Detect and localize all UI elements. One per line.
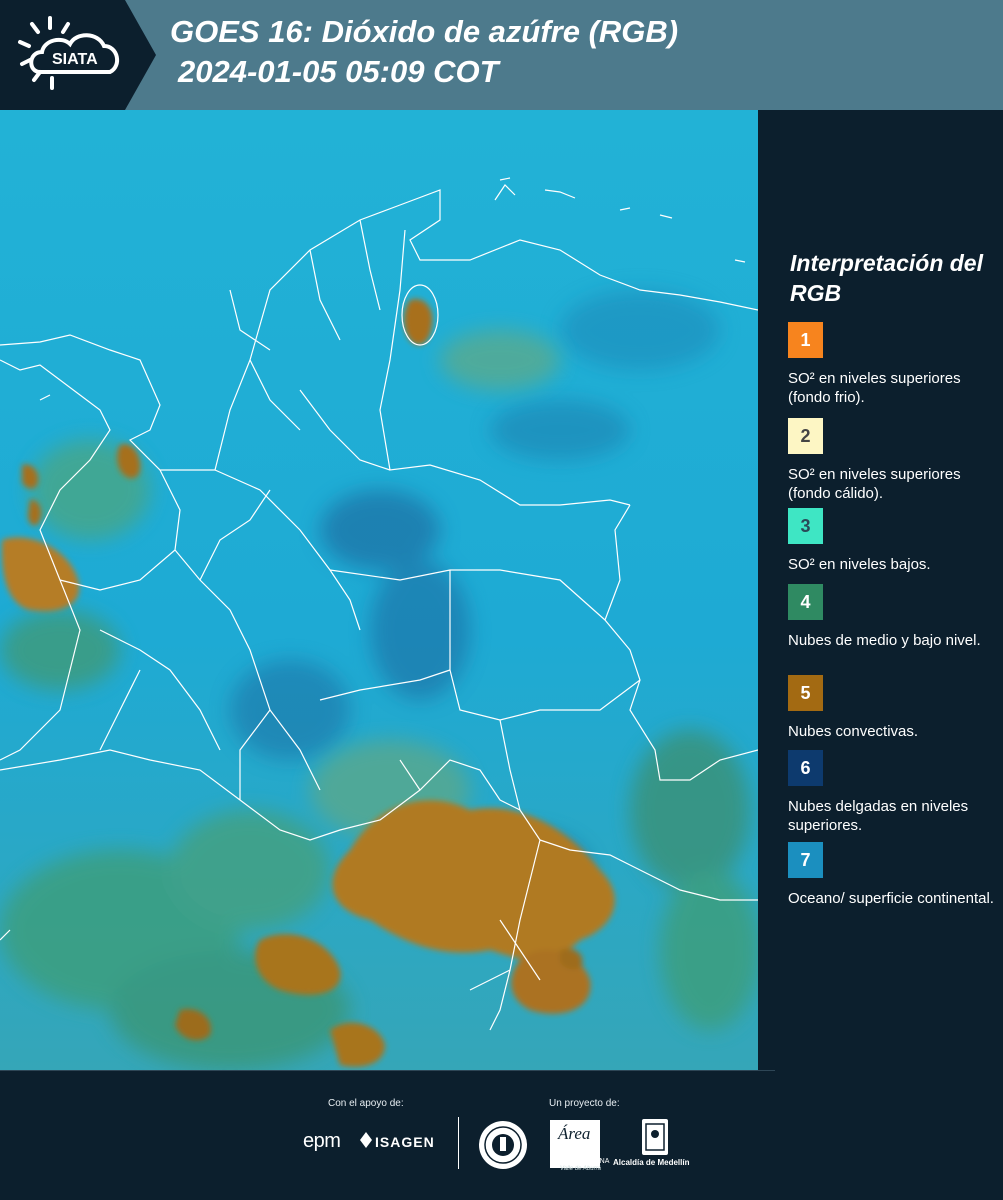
- medellin-seal-icon: [479, 1121, 527, 1169]
- legend-swatch-5: 5: [788, 675, 823, 711]
- legend-label-5: Nubes convectivas.: [788, 723, 919, 740]
- legend-label-2: SO² en niveles superiores (fondo cálido)…: [788, 466, 961, 502]
- legend-item-2: 2 SO² en niveles superiores (fondo cálid…: [788, 418, 998, 503]
- footer-vertical-divider: [458, 1117, 459, 1169]
- legend-swatch-4: 4: [788, 584, 823, 620]
- legend-label-3: SO² en niveles bajos.: [788, 556, 931, 573]
- siata-logo: SIATA: [0, 0, 156, 110]
- isagen-mark-icon: [360, 1132, 372, 1148]
- isagen-logo: ISAGEN: [375, 1134, 435, 1150]
- brand-text: SIATA: [52, 51, 98, 68]
- legend-item-3: 3 SO² en niveles bajos.: [788, 508, 998, 574]
- project-label: Un proyecto de:: [549, 1098, 620, 1109]
- legend-title: Interpretación del RGB: [790, 250, 983, 306]
- area-word: Área: [558, 1124, 591, 1143]
- valle-aburra-label: Valle de Aburrá: [560, 1166, 601, 1172]
- legend-item-6: 6 Nubes delgadas en niveles superiores.: [788, 750, 998, 835]
- legend-swatch-7: 7: [788, 842, 823, 878]
- page-subtitle-datetime: 2024-01-05 05:09 COT: [178, 54, 499, 89]
- alcaldia-shield-icon: [642, 1119, 668, 1155]
- legend-label-6: Nubes delgadas en niveles superiores.: [788, 798, 969, 834]
- legend-item-7: 7 Oceano/ superficie continental.: [788, 842, 998, 908]
- legend-item-5: 5 Nubes convectivas.: [788, 675, 998, 741]
- support-label: Con el apoyo de:: [328, 1098, 404, 1109]
- epm-logo: epm: [303, 1130, 341, 1152]
- area-metropolitana-label: METROPOLITANA: [550, 1158, 610, 1165]
- legend-item-4: 4 Nubes de medio y bajo nivel.: [788, 584, 998, 650]
- alcaldia-medellin-label: Alcaldía de Medellín: [613, 1158, 690, 1167]
- header-bar: SIATA GOES 16: Dióxido de azúfre (RGB) 2…: [0, 0, 1003, 110]
- legend-label-1: SO² en niveles superiores (fondo frio).: [788, 370, 961, 406]
- legend-label-7: Oceano/ superficie continental.: [788, 890, 994, 907]
- legend-swatch-2: 2: [788, 418, 823, 454]
- page-title: GOES 16: Dióxido de azúfre (RGB): [170, 14, 679, 49]
- rgb-legend-panel: Interpretación del RGB 1 SO² en niveles …: [758, 110, 1003, 1070]
- footer: Con el apoyo de: Un proyecto de: epm ISA…: [0, 1070, 1003, 1200]
- footer-divider-line: [0, 1070, 775, 1071]
- legend-swatch-1: 1: [788, 322, 823, 358]
- legend-item-1: 1 SO² en niveles superiores (fondo frio)…: [788, 322, 998, 407]
- legend-label-4: Nubes de medio y bajo nivel.: [788, 632, 981, 649]
- satellite-map: [0, 110, 758, 1070]
- legend-swatch-3: 3: [788, 508, 823, 544]
- legend-swatch-6: 6: [788, 750, 823, 786]
